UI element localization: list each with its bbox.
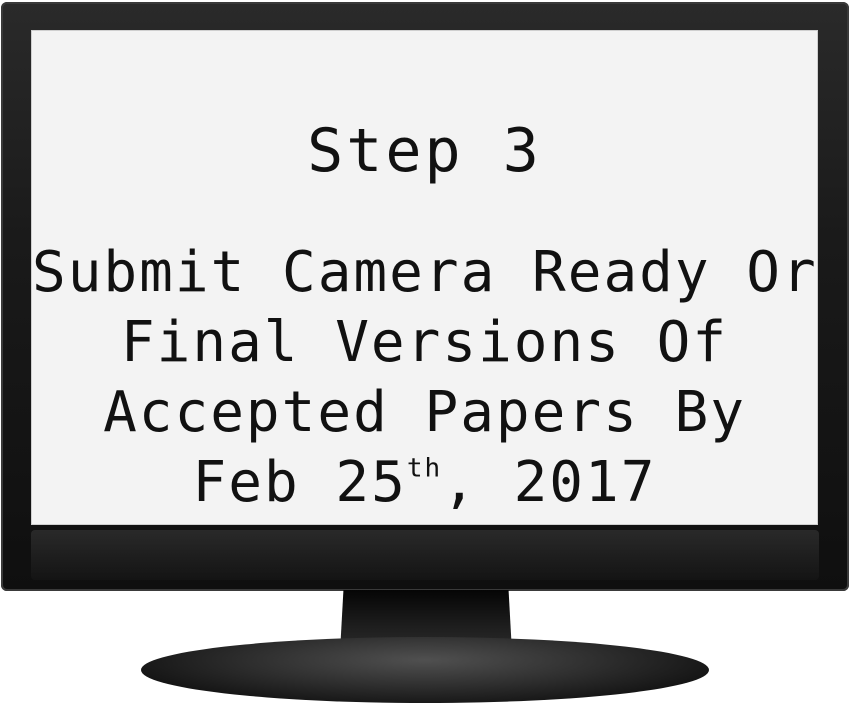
deadline-date-ordinal: th: [406, 453, 443, 484]
step-description: Submit Camera Ready Or Final Versions Of…: [32, 238, 817, 518]
description-line-3: Accepted Papers By: [103, 380, 746, 445]
monitor-screen: Step 3 Submit Camera Ready Or Final Vers…: [31, 30, 818, 525]
deadline-date-prefix: Feb 25: [192, 450, 407, 515]
bezel-highlight: [31, 530, 819, 580]
monitor-stand-base: [141, 637, 709, 703]
deadline-date-year: , 2017: [442, 450, 657, 515]
description-line-1: Submit Camera Ready Or: [32, 240, 818, 305]
deadline-date: Feb 25th, 2017: [32, 448, 817, 518]
description-line-2: Final Versions Of: [120, 310, 729, 375]
monitor-bezel: Step 3 Submit Camera Ready Or Final Vers…: [1, 2, 849, 591]
step-heading: Step 3: [307, 116, 542, 186]
